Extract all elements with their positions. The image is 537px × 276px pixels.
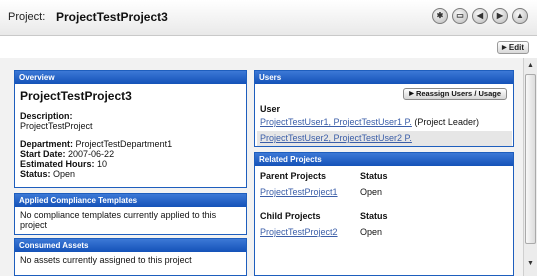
child-header-row: Child Projects Status xyxy=(260,210,388,222)
user-link[interactable]: ProjectTestUser2, ProjectTestUser2 P. xyxy=(260,133,412,143)
child-projects-header: Child Projects xyxy=(260,211,321,221)
title-bar: Project: ProjectTestProject3 ✱ ▭ ◀ ▶ ▲ xyxy=(0,0,537,36)
edit-button[interactable]: ▶ Edit xyxy=(497,41,529,54)
users-panel: Users ▶ Reassign Users / Usage User Proj… xyxy=(254,70,514,147)
child-project-link[interactable]: ProjectTestProject2 xyxy=(260,227,338,237)
scroll-thumb[interactable] xyxy=(525,74,536,244)
status-value: Open xyxy=(53,169,76,179)
user-row: ProjectTestUser1, ProjectTestUser1 P. (P… xyxy=(257,115,512,130)
child-status-header: Status xyxy=(360,211,388,221)
users-heading: Users xyxy=(255,71,513,84)
page-title: ProjectTestProject3 xyxy=(56,10,168,24)
related-projects-heading: Related Projects xyxy=(255,153,513,166)
status-label: Status: xyxy=(20,169,51,179)
keyboard-icon[interactable]: ▭ xyxy=(452,8,468,24)
assets-panel: Consumed Assets No assets currently assi… xyxy=(14,238,247,276)
top-icon[interactable]: ▲ xyxy=(512,8,528,24)
child-project-status: Open xyxy=(360,227,383,237)
assets-heading: Consumed Assets xyxy=(15,239,246,252)
back-icon[interactable]: ◀ xyxy=(472,8,488,24)
compliance-panel: Applied Compliance Templates No complian… xyxy=(14,193,247,235)
forward-icon[interactable]: ▶ xyxy=(492,8,508,24)
home-icon[interactable]: ✱ xyxy=(432,8,448,24)
play-icon: ▶ xyxy=(409,91,414,97)
parent-project-link[interactable]: ProjectTestProject1 xyxy=(260,187,338,197)
content-area: Overview ProjectTestProject3 Description… xyxy=(0,58,523,276)
hours-label: Estimated Hours: xyxy=(20,159,95,169)
user-row: ProjectTestUser2, ProjectTestUser2 P. xyxy=(257,131,512,146)
start-date-label: Start Date: xyxy=(20,149,66,159)
assets-message: No assets currently assigned to this pro… xyxy=(20,255,192,265)
parent-project-row: ProjectTestProject1 Open xyxy=(260,186,382,198)
project-name: ProjectTestProject3 xyxy=(20,89,132,103)
scroll-up-icon[interactable]: ▲ xyxy=(525,60,536,72)
overview-panel: Overview ProjectTestProject3 Description… xyxy=(14,70,247,188)
compliance-heading: Applied Compliance Templates xyxy=(15,194,246,207)
parent-projects-header: Parent Projects xyxy=(260,171,327,181)
scroll-down-icon[interactable]: ▼ xyxy=(525,258,536,270)
compliance-message: No compliance templates currently applie… xyxy=(20,210,217,230)
edit-button-label: Edit xyxy=(508,43,524,52)
department-value: ProjectTestDepartment1 xyxy=(75,139,173,149)
related-projects-panel: Related Projects Parent Projects Status … xyxy=(254,152,514,276)
start-date-value: 2007-06-22 xyxy=(68,149,115,159)
vertical-scrollbar[interactable]: ▲ ▼ xyxy=(523,58,537,276)
child-project-row: ProjectTestProject2 Open xyxy=(260,226,382,238)
reassign-users-button[interactable]: ▶ Reassign Users / Usage xyxy=(403,88,507,100)
user-role: (Project Leader) xyxy=(414,117,479,127)
overview-heading: Overview xyxy=(15,71,246,84)
department-label: Department: xyxy=(20,139,74,149)
user-column-header: User xyxy=(260,104,281,114)
play-icon: ▶ xyxy=(502,45,507,51)
page-title-prefix: Project: xyxy=(8,11,46,23)
description-value: ProjectTestProject xyxy=(20,121,93,131)
description-label: Description: xyxy=(20,111,73,121)
user-link[interactable]: ProjectTestUser1, ProjectTestUser1 P. xyxy=(260,117,412,127)
parent-status-header: Status xyxy=(360,171,388,181)
hours-value: 10 xyxy=(97,159,108,169)
parent-header-row: Parent Projects Status xyxy=(260,170,388,182)
parent-project-status: Open xyxy=(360,187,383,197)
reassign-users-label: Reassign Users / Usage xyxy=(415,89,501,98)
